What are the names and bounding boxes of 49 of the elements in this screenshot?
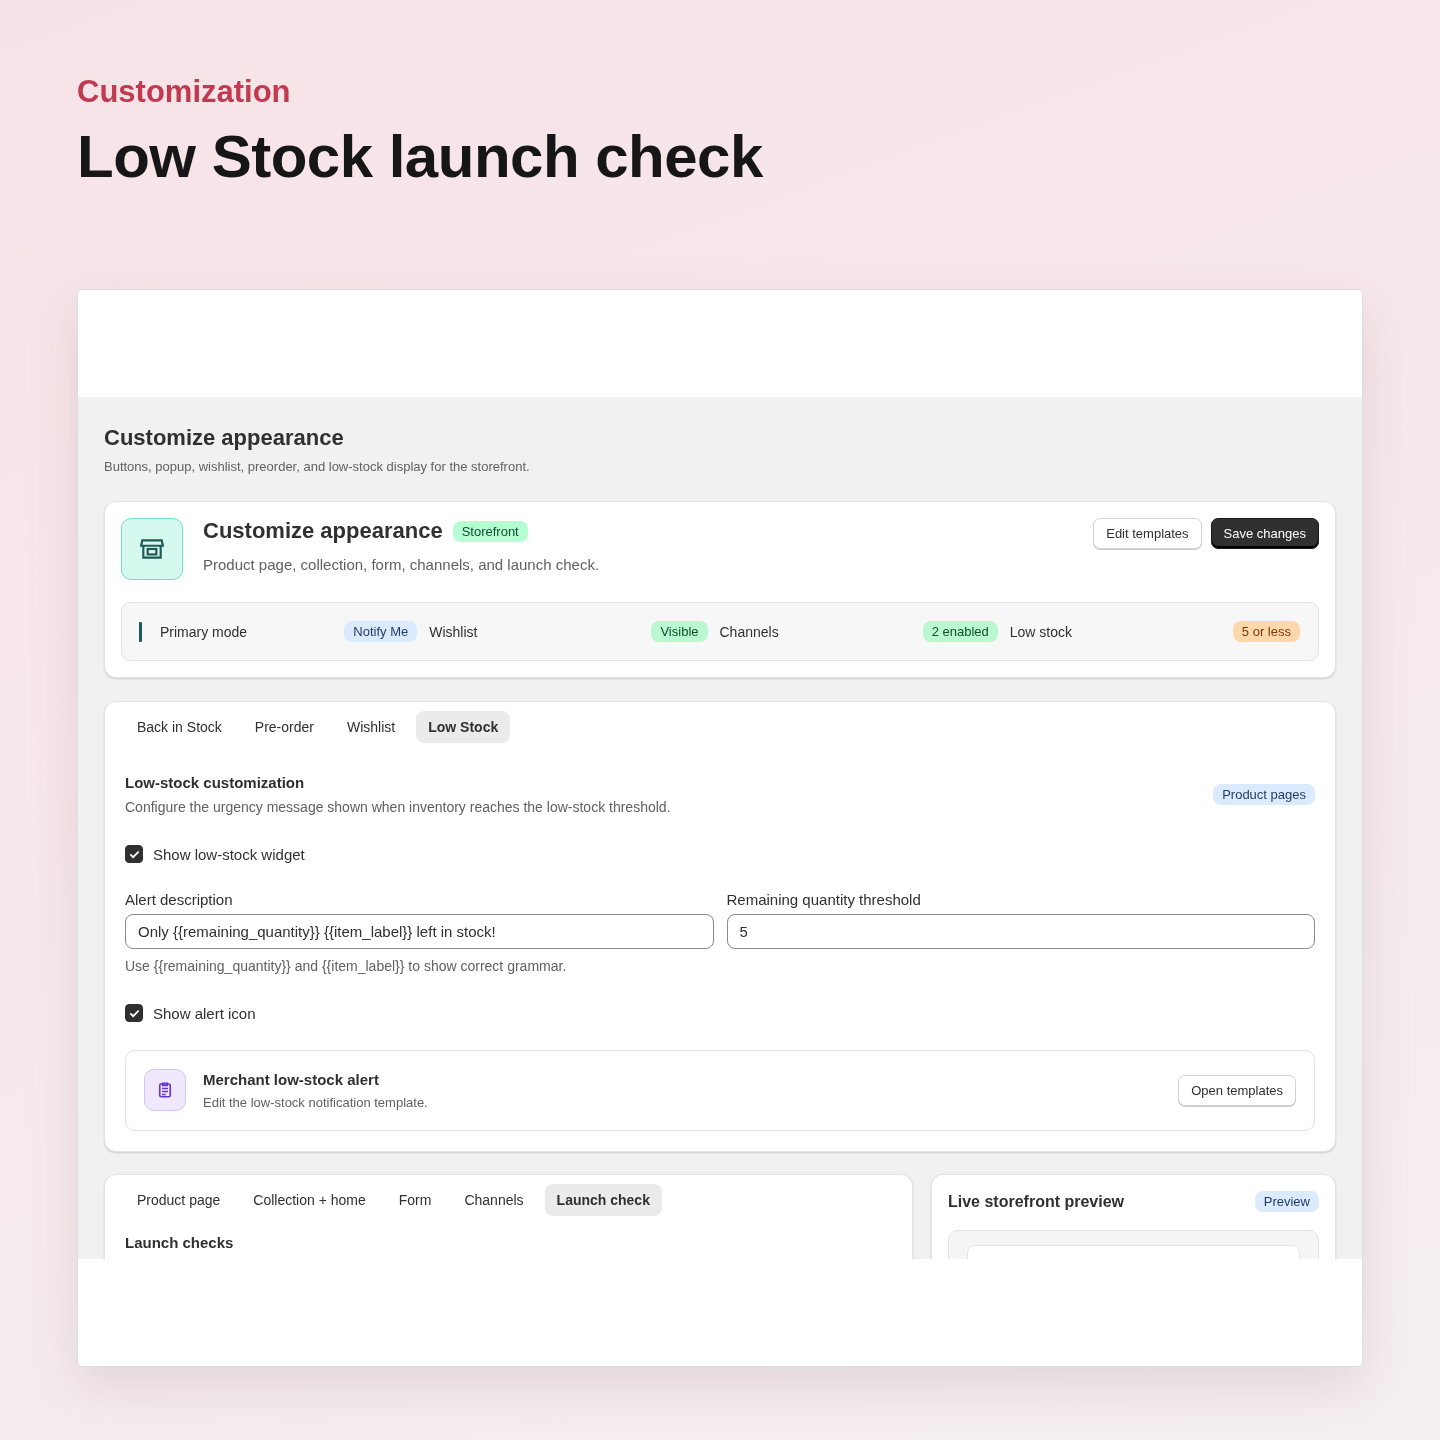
section-description: Configure the urgency message shown when inventory reaches the low-stock threshold. xyxy=(125,799,671,815)
tab[interactable]: Product page xyxy=(125,1184,233,1216)
accent-bar xyxy=(139,621,142,642)
field-label: Remaining quantity threshold xyxy=(726,891,922,908)
product-pages-badge: Product pages xyxy=(1213,784,1315,805)
tab[interactable]: Channels xyxy=(452,1184,536,1216)
stat-badge: 2 enabled xyxy=(922,621,998,642)
tab[interactable]: Wishlist xyxy=(334,711,408,743)
tab[interactable]: Form xyxy=(386,1184,444,1216)
stat-label: Channels xyxy=(719,623,779,640)
checkbox[interactable] xyxy=(125,845,143,863)
section-title: Low-stock customization xyxy=(125,774,306,791)
field-label: Alert description xyxy=(125,891,234,908)
help-text: Use {{remaining_quantity}} and {{item_label}} to show correct grammar. xyxy=(125,958,568,974)
eyebrow-title: Customization xyxy=(77,74,292,110)
stat-badge: Visible xyxy=(651,621,708,642)
alert-title: Merchant low-stock alert xyxy=(203,1070,380,1088)
checkbox-label: Show alert icon xyxy=(153,1004,256,1022)
page-title: Customize appearance xyxy=(104,425,345,451)
tab[interactable]: Low Stock xyxy=(416,711,511,743)
edit-templates-button[interactable]: Edit templates xyxy=(1093,518,1202,549)
check-icon xyxy=(128,1007,140,1019)
save-button[interactable]: Save changes xyxy=(1210,518,1319,549)
page-subtitle: Buttons, popup, wishlist, preorder, and low-stock display for the storefront. xyxy=(104,459,531,474)
store-icon xyxy=(121,518,183,580)
alert-description: Edit the low-stock notification template. xyxy=(203,1094,429,1110)
tab[interactable]: Collection + home xyxy=(241,1184,378,1216)
clipboard-icon xyxy=(144,1069,186,1111)
preview-badge: Preview xyxy=(1254,1191,1319,1212)
launch-heading: Launch checks xyxy=(125,1234,235,1251)
stat-label: Wishlist xyxy=(429,623,478,640)
stat-badge: Notify Me xyxy=(344,621,418,642)
open-templates-button[interactable]: Open templates xyxy=(1178,1074,1296,1106)
stat-badge: 5 or less xyxy=(1232,621,1300,642)
check-icon xyxy=(128,848,140,860)
tab[interactable]: Back in Stock xyxy=(125,711,234,743)
checkbox-label: Show low-stock widget xyxy=(153,845,305,863)
stat-label: Low stock xyxy=(1009,623,1072,640)
tab[interactable]: Pre-order xyxy=(242,711,326,743)
card-title: Customize appearance xyxy=(203,518,443,544)
input-field[interactable]: 5 xyxy=(726,914,1315,949)
tab[interactable]: Launch check xyxy=(544,1184,662,1216)
stat-label: Primary mode xyxy=(160,623,248,640)
input-field[interactable]: Only {{remaining_quantity}} {{item_label}} left in stock! xyxy=(125,914,714,949)
checkbox[interactable] xyxy=(125,1004,143,1022)
card-description: Product page, collection, form, channels, and launch check. xyxy=(203,556,601,573)
storefront-badge: Storefront xyxy=(452,520,528,542)
preview-title: Live storefront preview xyxy=(948,1192,1125,1211)
headline: Low Stock launch check xyxy=(77,122,764,191)
